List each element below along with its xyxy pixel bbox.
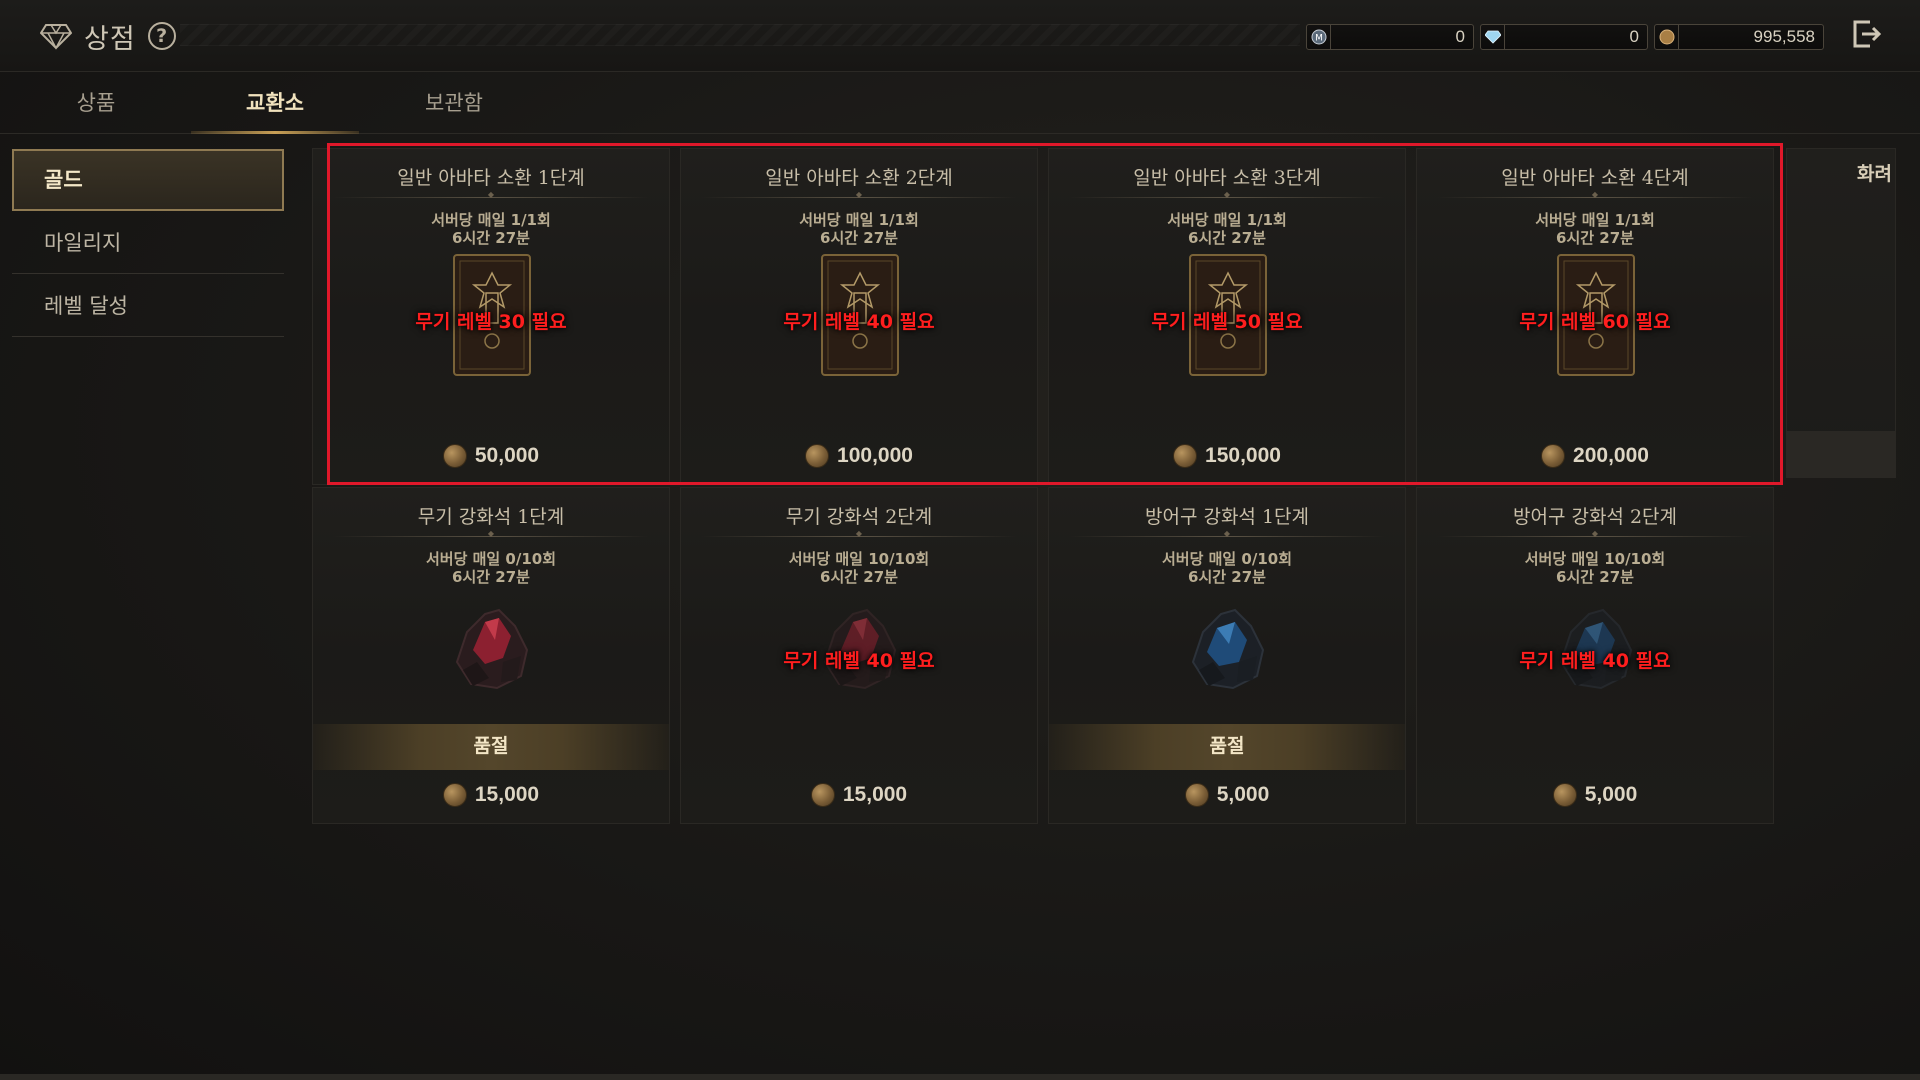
gold-coin-icon <box>805 444 830 468</box>
card-price: 100,000 <box>681 439 1037 473</box>
card-price: 15,000 <box>681 778 1037 812</box>
shop-card-avatar-summon-4[interactable]: 일반 아바타 소환 4단계 서버당 매일 1/1회 6시간 27분 무기 레벨 … <box>1416 148 1774 485</box>
card-timer: 6시간 27분 <box>820 568 898 586</box>
currency-value: 0 <box>1455 27 1465 46</box>
currency-diamond: 0 <box>1480 24 1648 50</box>
shop-card-weapon-stone-2[interactable]: 무기 강화석 2단계 서버당 매일 10/10회 6시간 27분 무기 레벨 4… <box>680 487 1038 824</box>
shop-card-avatar-summon-2[interactable]: 일반 아바타 소환 2단계 서버당 매일 1/1회 6시간 27분 무기 레벨 … <box>680 148 1038 485</box>
sold-out-banner: 품절 <box>313 724 669 770</box>
blue-enhance-stone-icon <box>1191 608 1265 690</box>
gem-icon <box>40 24 72 50</box>
page-title: 상점 <box>84 23 136 55</box>
price-value: 50,000 <box>474 444 540 467</box>
price-value: 150,000 <box>1205 444 1281 467</box>
tab-exchange[interactable]: 교환소 <box>185 78 365 134</box>
card-timer: 6시간 27분 <box>1188 229 1266 247</box>
main-tabs: 상품 교환소 보관함 <box>0 78 1920 134</box>
sidebar-item-gold[interactable]: 골드 <box>12 149 284 211</box>
card-title: 일반 아바타 소환 1단계 <box>397 167 585 189</box>
shop-header: 상점 ? <box>40 14 176 58</box>
card-title: 방어구 강화석 1단계 <box>1144 506 1309 528</box>
gold-coin-icon <box>1184 783 1209 807</box>
price-value: 5,000 <box>1584 783 1638 806</box>
gold-coin-icon <box>1552 783 1577 807</box>
price-value: 200,000 <box>1573 444 1649 467</box>
shop-card-weapon-stone-1[interactable]: 무기 강화석 1단계 서버당 매일 0/10회 6시간 27분 품절 15,00… <box>312 487 670 824</box>
gold-coin-icon <box>1173 444 1198 468</box>
header-pattern <box>180 24 1300 46</box>
card-timer: 6시간 27분 <box>820 229 898 247</box>
card-divider <box>1069 197 1385 198</box>
diamond-icon <box>1481 25 1505 49</box>
price-value: 100,000 <box>837 444 913 467</box>
card-divider <box>333 197 649 198</box>
currency-gold: 995,558 <box>1654 24 1824 50</box>
card-title: 방어구 강화석 2단계 <box>1512 506 1677 528</box>
card-title: 무기 강화석 1단계 <box>417 506 565 528</box>
sidebar-item-level-achievement[interactable]: 레벨 달성 <box>12 275 284 337</box>
sold-out-banner: 품절 <box>1049 724 1405 770</box>
card-timer: 6시간 27분 <box>452 229 530 247</box>
gold-coin-icon <box>442 783 467 807</box>
card-price: 5,000 <box>1049 778 1405 812</box>
card-title: 화려 <box>1857 163 1892 185</box>
level-requirement-warning: 무기 레벨 60 필요 <box>1519 311 1671 333</box>
card-price: 15,000 <box>313 778 669 812</box>
level-requirement-warning: 무기 레벨 40 필요 <box>783 650 935 672</box>
mileage-coin-icon: M <box>1307 25 1331 49</box>
card-divider <box>1069 536 1385 537</box>
level-requirement-warning: 무기 레벨 40 필요 <box>1519 650 1671 672</box>
card-price: 50,000 <box>313 439 669 473</box>
shop-card-avatar-summon-1[interactable]: 일반 아바타 소환 1단계 서버당 매일 1/1회 6시간 27분 무기 레벨 … <box>312 148 670 485</box>
bottom-divider <box>0 1074 1920 1080</box>
gold-coin-icon <box>1541 444 1566 468</box>
level-requirement-warning: 무기 레벨 30 필요 <box>415 311 567 333</box>
sidebar-item-mileage[interactable]: 마일리지 <box>12 212 284 274</box>
currency-value: 995,558 <box>1753 27 1815 46</box>
red-enhance-stone-icon <box>455 608 529 690</box>
card-timer: 6시간 27분 <box>1556 568 1634 586</box>
tab-storage[interactable]: 보관함 <box>364 78 544 134</box>
card-divider <box>701 536 1017 537</box>
card-title: 일반 아바타 소환 4단계 <box>1501 167 1689 189</box>
card-band <box>1787 431 1895 477</box>
card-timer: 6시간 27분 <box>452 568 530 586</box>
exit-icon[interactable] <box>1848 16 1884 52</box>
price-value: 15,000 <box>474 783 540 806</box>
question-circle-icon[interactable]: ? <box>147 22 176 50</box>
card-title: 무기 강화석 2단계 <box>785 506 933 528</box>
currency-value: 0 <box>1629 27 1639 46</box>
level-requirement-warning: 무기 레벨 50 필요 <box>1151 311 1303 333</box>
tab-products[interactable]: 상품 <box>6 78 186 134</box>
currency-mileage: M 0 <box>1306 24 1474 50</box>
shop-card-avatar-summon-3[interactable]: 일반 아바타 소환 3단계 서버당 매일 1/1회 6시간 27분 무기 레벨 … <box>1048 148 1406 485</box>
card-price: 150,000 <box>1049 439 1405 473</box>
card-timer: 6시간 27분 <box>1556 229 1634 247</box>
gold-coin-icon <box>442 444 467 468</box>
card-timer: 6시간 27분 <box>1188 568 1266 586</box>
price-value: 15,000 <box>842 783 908 806</box>
price-value: 5,000 <box>1216 783 1270 806</box>
card-price: 200,000 <box>1417 439 1773 473</box>
gold-coin-icon <box>1655 25 1679 49</box>
level-requirement-warning: 무기 레벨 40 필요 <box>783 311 935 333</box>
card-price: 5,000 <box>1417 778 1773 812</box>
card-title: 일반 아바타 소환 2단계 <box>765 167 953 189</box>
svg-text:M: M <box>1315 34 1323 44</box>
card-divider <box>701 197 1017 198</box>
card-divider <box>333 536 649 537</box>
gold-coin-icon <box>810 783 835 807</box>
card-divider <box>1437 536 1753 537</box>
shop-card-armor-stone-2[interactable]: 방어구 강화석 2단계 서버당 매일 10/10회 6시간 27분 무기 레벨 … <box>1416 487 1774 824</box>
card-divider <box>1437 197 1753 198</box>
shop-card-armor-stone-1[interactable]: 방어구 강화석 1단계 서버당 매일 0/10회 6시간 27분 품절 5,00… <box>1048 487 1406 824</box>
shop-card-partial[interactable]: 화려 <box>1786 148 1896 478</box>
card-title: 일반 아바타 소환 3단계 <box>1133 167 1321 189</box>
